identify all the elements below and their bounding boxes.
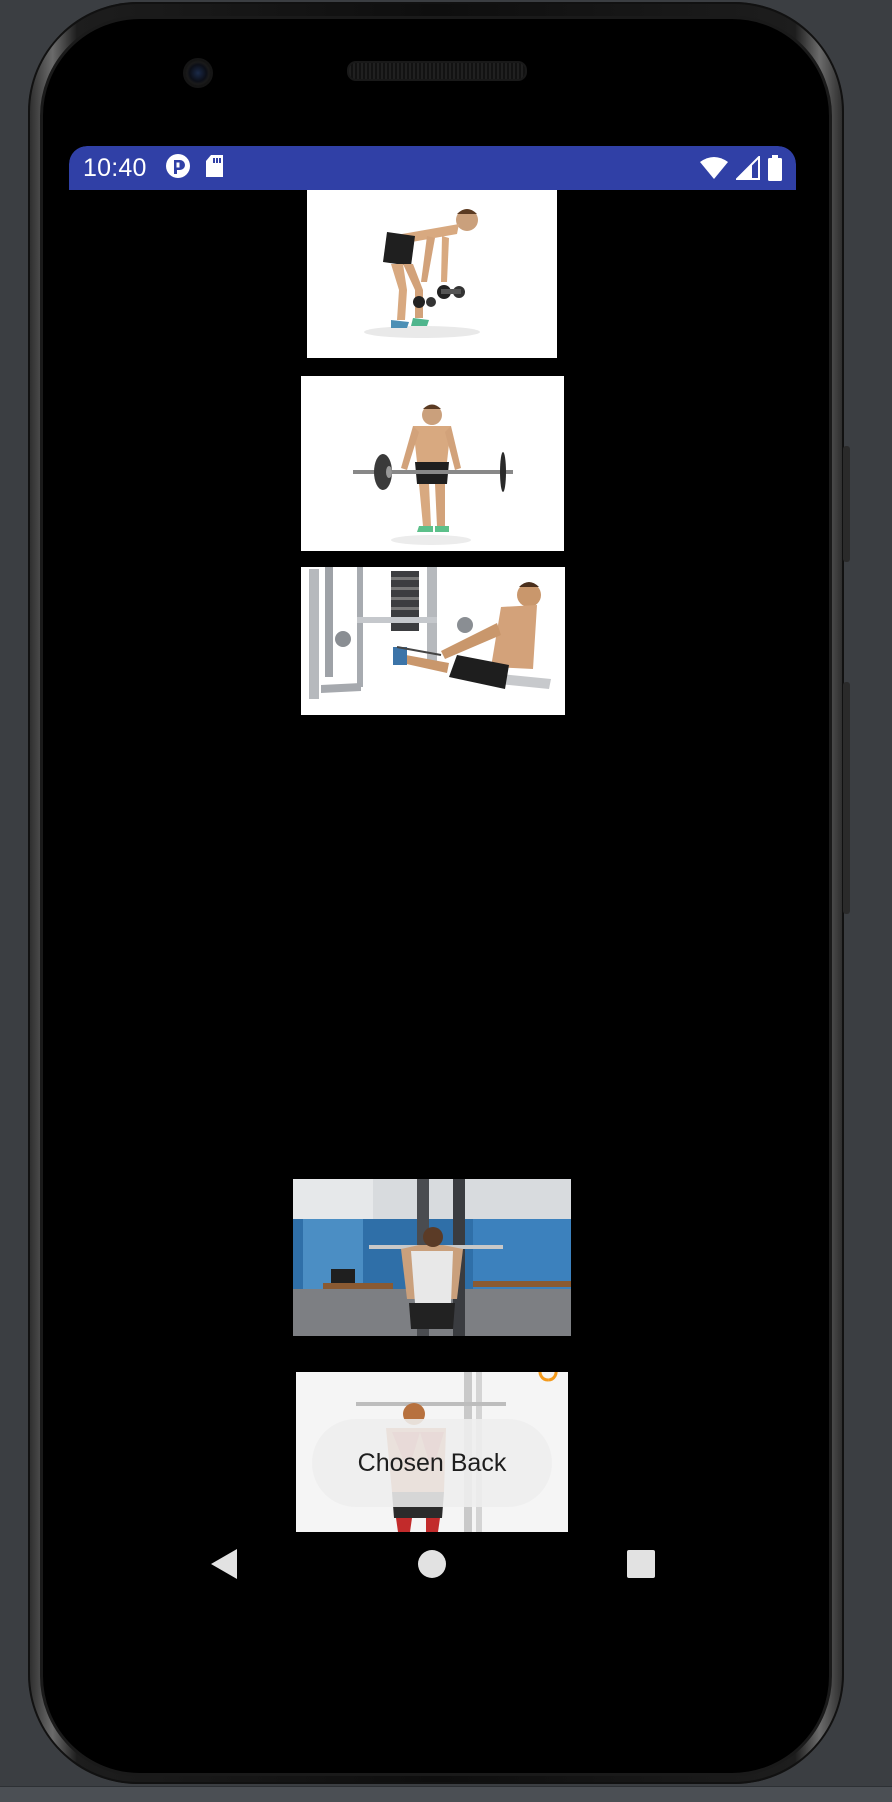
seated-cable-row-image[interactable] [301, 567, 565, 715]
recents-button[interactable] [616, 1539, 666, 1589]
status-bar: 10:40 [69, 146, 796, 190]
navigation-bar [69, 1539, 796, 1592]
status-right-icons [700, 154, 782, 186]
seated-cable-row-illustration [301, 567, 565, 715]
lat-pulldown-photo [293, 1179, 571, 1336]
dumbbell-row-image[interactable] [307, 190, 557, 358]
recents-icon [627, 1550, 655, 1578]
power-button[interactable] [843, 682, 850, 914]
back-icon [211, 1549, 237, 1579]
earpiece-speaker [347, 61, 527, 81]
wifi-icon [700, 156, 728, 185]
battery-icon [768, 155, 782, 186]
barbell-row-image[interactable] [301, 376, 564, 551]
barbell-row-illustration [301, 376, 564, 551]
volume-button[interactable] [843, 446, 850, 562]
emulator-stage: 10:40 Chosen Back [0, 0, 892, 1802]
back-button[interactable] [199, 1539, 249, 1589]
front-camera [183, 58, 213, 88]
app-notification-icon [165, 153, 191, 184]
home-button[interactable] [407, 1539, 457, 1589]
cell-signal-icon [734, 154, 760, 185]
device-screen: 10:40 Chosen Back [69, 146, 796, 1592]
status-time: 10:40 [83, 153, 147, 182]
dumbbell-row-illustration [307, 190, 557, 358]
emulator-bottom-strip [0, 1786, 892, 1802]
chosen-toast-text: Chosen Back [357, 1448, 507, 1477]
chosen-toast: Chosen Back [312, 1419, 552, 1507]
home-icon [418, 1550, 446, 1578]
lat-pulldown-image[interactable] [293, 1179, 571, 1336]
sd-card-icon [205, 154, 225, 183]
